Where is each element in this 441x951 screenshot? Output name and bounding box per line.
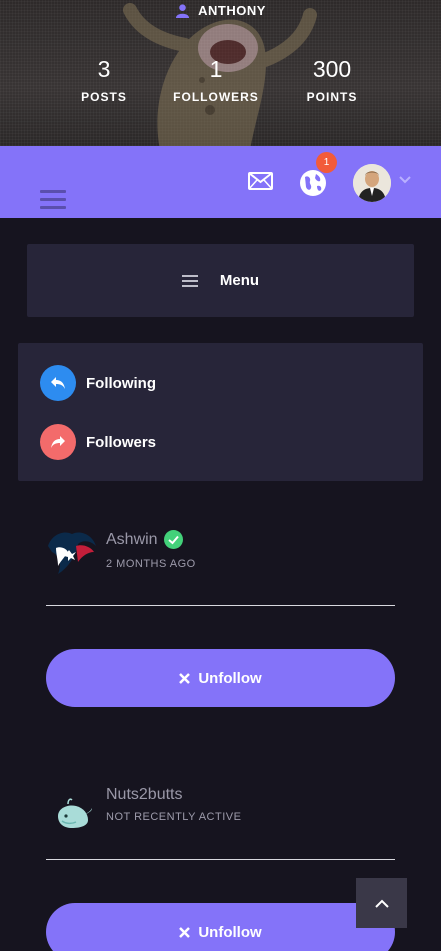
- user-last-active: NOT RECENTLY ACTIVE: [106, 811, 242, 823]
- stat-followers-value: 1: [209, 56, 223, 82]
- divider: [46, 859, 395, 860]
- divider: [46, 605, 395, 606]
- user-name-row: Nuts2butts: [106, 786, 182, 804]
- globe-notifications-icon[interactable]: [299, 169, 327, 197]
- nav-item-followers[interactable]: Followers: [40, 424, 156, 460]
- stat-posts-label: POSTS: [81, 90, 127, 104]
- user-name[interactable]: Nuts2butts: [106, 786, 182, 804]
- whale-avatar-icon[interactable]: [54, 794, 94, 834]
- menu-label: Menu: [219, 272, 260, 289]
- menu-toggle[interactable]: Menu: [27, 244, 414, 317]
- user-card: Nuts2butts NOT RECENTLY ACTIVE Unfollow: [46, 780, 395, 951]
- chevron-up-icon: [374, 899, 389, 908]
- close-icon: [179, 672, 191, 684]
- top-bar: 1: [0, 146, 441, 218]
- user-icon: [176, 4, 190, 18]
- scroll-to-top-button[interactable]: [356, 878, 407, 928]
- unfollow-label: Unfollow: [198, 669, 262, 687]
- stat-points-value: 300: [312, 56, 352, 82]
- unfollow-button[interactable]: Unfollow: [46, 903, 395, 951]
- stat-followers[interactable]: 1 FOLLOWERS: [156, 56, 276, 104]
- nav-followers-label: Followers: [86, 433, 157, 451]
- menu-icon: [181, 272, 198, 290]
- hamburger-menu-icon[interactable]: [40, 190, 66, 210]
- share-arrow-icon: [40, 424, 76, 460]
- mail-icon[interactable]: [248, 172, 273, 190]
- stat-points-label: POINTS: [306, 90, 358, 104]
- nav-following-label: Following: [86, 374, 156, 392]
- profile-name-text: ANTHONY: [198, 3, 266, 18]
- unfollow-label: Unfollow: [198, 923, 262, 941]
- texans-logo-icon[interactable]: [46, 526, 98, 578]
- user-card: Ashwin 2 MONTHS AGO Unfollow: [46, 526, 395, 716]
- unfollow-button[interactable]: Unfollow: [46, 649, 395, 707]
- nav-item-following[interactable]: Following: [40, 365, 156, 401]
- user-name-row: Ashwin: [106, 530, 183, 549]
- stat-points[interactable]: 300 POINTS: [272, 56, 392, 104]
- stat-posts-value: 3: [97, 56, 111, 82]
- avatar-image-icon: [353, 164, 391, 202]
- stat-followers-label: FOLLOWERS: [173, 90, 259, 104]
- user-name[interactable]: Ashwin: [106, 531, 158, 549]
- chevron-down-icon[interactable]: [399, 176, 411, 184]
- follow-nav: Following Followers: [18, 343, 423, 481]
- reply-arrow-icon: [40, 365, 76, 401]
- close-icon: [179, 926, 191, 938]
- stat-posts[interactable]: 3 POSTS: [44, 56, 164, 104]
- notification-badge[interactable]: 1: [316, 152, 337, 173]
- profile-cover: ANTHONY 3 POSTS 1 FOLLOWERS 300 POINTS: [0, 0, 441, 146]
- user-last-active: 2 MONTHS AGO: [106, 558, 196, 570]
- verified-check-icon: [163, 530, 183, 549]
- profile-name: ANTHONY: [0, 3, 441, 18]
- avatar[interactable]: [353, 164, 391, 202]
